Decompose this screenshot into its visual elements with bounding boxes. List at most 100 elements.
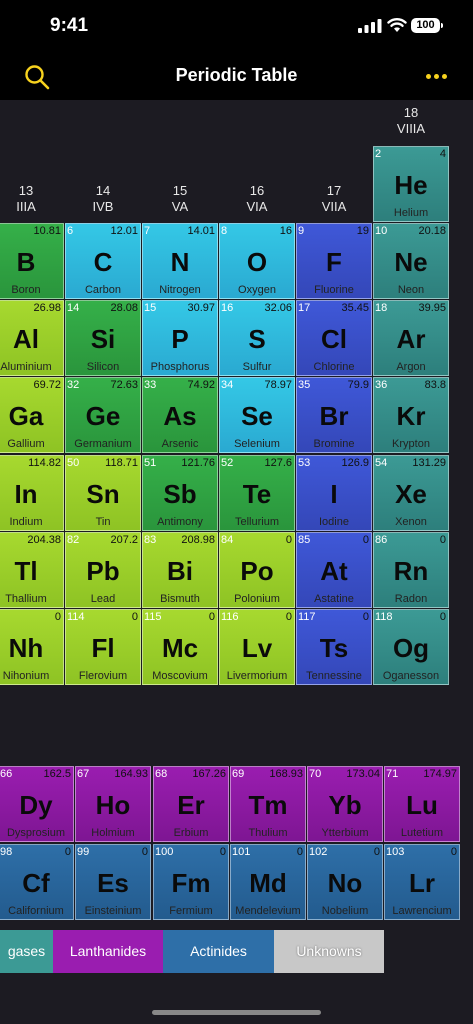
element-name: Iodine	[319, 516, 349, 528]
element-symbol: Mc	[161, 633, 199, 663]
element-cell[interactable]: 34 78.97 Se Selenium	[219, 377, 295, 453]
element-cell[interactable]: 51 121.76 Sb Antimony	[142, 455, 218, 531]
element-cell[interactable]: 71 174.97 Lu Lutetium	[384, 766, 460, 842]
element-cell[interactable]: 68 167.26 Er Erbium	[153, 766, 229, 842]
element-name: Silicon	[86, 361, 120, 373]
element-cell[interactable]: 85 0 At Astatine	[296, 532, 372, 608]
atomic-mass: 14.01	[187, 225, 215, 237]
element-cell[interactable]: 100 0 Fm Fermium	[153, 844, 229, 920]
atomic-number: 18	[375, 302, 388, 314]
element-cell[interactable]: 35 79.9 Br Bromine	[296, 377, 372, 453]
element-cell[interactable]: 15 30.97 P Phosphorus	[142, 300, 218, 376]
element-cell[interactable]: 50 118.71 Sn Tin	[65, 455, 141, 531]
group-header: 18 VIIIA	[373, 105, 449, 137]
atomic-number: 116	[221, 611, 239, 623]
element-name: Lutetium	[400, 827, 444, 839]
element-cell[interactable]: 103 0 Lr Lawrencium	[384, 844, 460, 920]
more-options-icon[interactable]	[420, 66, 454, 86]
element-name: Boron	[11, 284, 41, 296]
element-cell[interactable]: 33 74.92 As Arsenic	[142, 377, 218, 453]
atomic-mass: 83.8	[424, 379, 446, 391]
element-cell[interactable]: 84 0 Po Polonium	[219, 532, 295, 608]
element-cell[interactable]: 86 0 Rn Radon	[373, 532, 449, 608]
element-cell[interactable]: 18 39.95 Ar Argon	[373, 300, 449, 376]
atomic-mass: 20.18	[418, 225, 446, 237]
element-cell[interactable]: 117 0 Ts Tennessine	[296, 609, 372, 685]
element-cell[interactable]: 69 168.93 Tm Thulium	[230, 766, 306, 842]
element-cell[interactable]: 102 0 No Nobelium	[307, 844, 383, 920]
element-name: Mendelevium	[235, 905, 301, 917]
element-cell[interactable]: 98 0 Cf Californium	[0, 844, 74, 920]
atomic-mass: 208.98	[181, 534, 215, 546]
element-cell[interactable]: 17 35.45 Cl Chlorine	[296, 300, 372, 376]
element-symbol: Bi	[167, 556, 193, 586]
element-cell[interactable]: 8 16 O Oxygen	[219, 223, 295, 299]
atomic-mass: 16	[279, 225, 292, 237]
atomic-mass: 32.06	[264, 302, 292, 314]
atomic-mass: 10.81	[33, 225, 61, 237]
legend-actinides[interactable]: Actinides	[163, 930, 274, 973]
atomic-number: 10	[375, 225, 388, 237]
element-cell[interactable]: 114 0 Fl Flerovium	[65, 609, 141, 685]
element-cell[interactable]: 115 0 Mc Moscovium	[142, 609, 218, 685]
element-cell[interactable]: 66 162.5 Dy Dysprosium	[0, 766, 74, 842]
atomic-mass: 0	[208, 611, 215, 623]
element-cell[interactable]: 114.82 In Indium	[0, 455, 64, 531]
element-cell[interactable]: 10.81 B Boron	[0, 223, 64, 299]
atomic-number: 99	[77, 846, 90, 858]
group-number: 16	[249, 183, 265, 198]
element-cell[interactable]: 10 20.18 Ne Neon	[373, 223, 449, 299]
element-symbol: Kr	[396, 401, 426, 431]
element-cell[interactable]: 83 208.98 Bi Bismuth	[142, 532, 218, 608]
group-roman: VA	[171, 199, 189, 214]
element-name: Nobelium	[321, 905, 369, 917]
element-name: Moscovium	[152, 670, 208, 682]
atomic-mass: 126.9	[341, 457, 369, 469]
element-cell[interactable]: 30NhNihonium	[0, 609, 64, 685]
legend-unknowns[interactable]: Unknowns	[274, 930, 384, 973]
element-symbol: Ar	[396, 324, 426, 354]
legend-noble-gases[interactable]: gases	[0, 930, 53, 973]
element-cell[interactable]: 101 0 Md Mendelevium	[230, 844, 306, 920]
element-cell[interactable]: 9 19 F Fluorine	[296, 223, 372, 299]
atomic-mass: 0	[296, 846, 303, 858]
element-name: Astatine	[314, 593, 354, 605]
atomic-mass: 164.93	[114, 768, 148, 780]
legend-lanthanides[interactable]: Lanthanides	[53, 930, 163, 973]
element-cell[interactable]: 116 0 Lv Livermorium	[219, 609, 295, 685]
element-cell[interactable]: 2 4 He Helium	[373, 146, 449, 222]
element-cell[interactable]: 16 32.06 S Sulfur	[219, 300, 295, 376]
atomic-mass: 26.98	[33, 302, 61, 314]
atomic-number: 101	[232, 846, 251, 858]
element-cell[interactable]: 32 72.63 Ge Germanium	[65, 377, 141, 453]
element-cell[interactable]: 204.38 Tl Thallium	[0, 532, 64, 608]
atomic-number: 70	[309, 768, 322, 780]
element-cell[interactable]: 36 83.8 Kr Krypton	[373, 377, 449, 453]
element-cell[interactable]: 6 12.01 C Carbon	[65, 223, 141, 299]
element-cell[interactable]: 69.72 Ga Gallium	[0, 377, 64, 453]
status-bar: 9:41 100	[0, 0, 473, 52]
element-cell[interactable]: 70 173.04 Yb Ytterbium	[307, 766, 383, 842]
element-cell[interactable]: 54 131.29 Xe Xenon	[373, 455, 449, 531]
group-header: 14 IVB	[65, 183, 141, 215]
element-symbol: Cl	[321, 324, 347, 354]
element-symbol: Pb	[86, 556, 120, 586]
element-cell[interactable]: 99 0 Es Einsteinium	[75, 844, 151, 920]
atomic-number: 51	[144, 457, 157, 469]
element-cell[interactable]: 26.98 Al Aluminium	[0, 300, 64, 376]
element-name: Oganesson	[382, 670, 440, 682]
element-cell[interactable]: 82 207.2 Pb Lead	[65, 532, 141, 608]
element-cell[interactable]: 52 127.6 Te Tellurium	[219, 455, 295, 531]
element-cell[interactable]: 118 0 Og Oganesson	[373, 609, 449, 685]
element-name: Radon	[394, 593, 428, 605]
element-cell[interactable]: 14 28.08 Si Silicon	[65, 300, 141, 376]
atomic-number: 102	[309, 846, 328, 858]
element-name: Thallium	[5, 593, 47, 605]
atomic-mass: 74.92	[187, 379, 215, 391]
atomic-mass: 0	[439, 611, 446, 623]
element-cell[interactable]: 7 14.01 N Nitrogen	[142, 223, 218, 299]
element-cell[interactable]: 53 126.9 I Iodine	[296, 455, 372, 531]
element-cell[interactable]: 67 164.93 Ho Holmium	[75, 766, 151, 842]
element-symbol: Si	[90, 324, 116, 354]
element-symbol: Sb	[163, 479, 197, 509]
